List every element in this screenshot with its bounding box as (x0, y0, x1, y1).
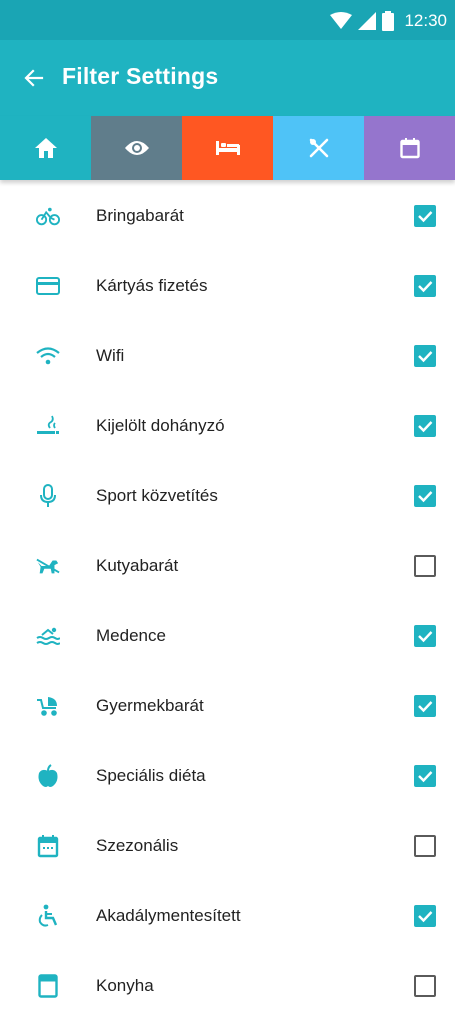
wifi-icon (36, 344, 60, 368)
cutlery-icon (309, 138, 328, 158)
filter-label: Kártyás fizetés (96, 276, 208, 295)
filter-checkbox[interactable] (414, 485, 436, 507)
filter-label: Konyha (96, 976, 154, 995)
filter-row-gyermekbarat[interactable]: Gyermekbarát (0, 671, 455, 741)
filter-label: Bringabarát (96, 206, 184, 225)
dog-icon (36, 554, 60, 578)
filter-row-kijelolt-dohanyzo[interactable]: Kijelölt dohányzó (0, 391, 455, 461)
filter-label: Kutyabarát (96, 556, 179, 575)
status-bar: 12:30 (0, 0, 455, 40)
filter-label: Kijelölt dohányzó (96, 416, 225, 435)
tab-sights[interactable] (91, 116, 182, 180)
home-icon (34, 138, 57, 158)
kitchen-icon (36, 974, 60, 998)
wifi-signal-icon (330, 12, 353, 29)
tab-accommodation[interactable] (182, 116, 273, 180)
filter-row-szezonalis[interactable]: Szezonális (0, 811, 455, 881)
credit-card-icon (36, 274, 60, 298)
filter-checkbox[interactable] (414, 415, 436, 437)
accessible-icon (36, 904, 60, 928)
filter-checkbox[interactable] (414, 905, 436, 927)
filter-row-specialis-dieta[interactable]: Speciális diéta (0, 741, 455, 811)
filter-row-konyha[interactable]: Konyha (0, 951, 455, 1021)
battery-icon (382, 11, 395, 31)
arrow-back-icon (24, 69, 44, 87)
filter-row-medence[interactable]: Medence (0, 601, 455, 671)
filter-row-kartyas-fizetes[interactable]: Kártyás fizetés (0, 251, 455, 321)
filter-row-wifi[interactable]: Wifi (0, 321, 455, 391)
eye-icon (124, 141, 149, 155)
filter-label: Medence (96, 626, 166, 645)
filter-label: Wifi (96, 346, 125, 365)
microphone-icon (36, 484, 60, 508)
pool-icon (36, 624, 60, 648)
page-title: Filter Settings (62, 63, 219, 89)
filter-checkbox[interactable] (414, 625, 436, 647)
filter-label: Gyermekbarát (96, 696, 204, 715)
filter-checkbox[interactable] (414, 205, 436, 227)
filter-checkbox[interactable] (414, 345, 436, 367)
status-time: 12:30 (404, 11, 447, 30)
bicycle-icon (36, 204, 60, 228)
smoking-icon (36, 414, 60, 438)
category-tabs (0, 116, 455, 180)
filter-checkbox[interactable] (414, 835, 436, 857)
filter-list: Bringabarát Kártyás fizetés Wifi Kijelöl… (0, 181, 455, 1021)
apple-icon (36, 764, 60, 788)
filter-label: Szezonális (96, 836, 179, 855)
filter-label: Akadálymentesített (96, 906, 241, 925)
filter-checkbox[interactable] (414, 555, 436, 577)
tab-events[interactable] (364, 116, 455, 180)
tab-restaurants[interactable] (273, 116, 364, 180)
back-button[interactable] (18, 62, 50, 94)
bed-icon (215, 141, 240, 155)
filter-checkbox[interactable] (414, 695, 436, 717)
stroller-icon (36, 694, 60, 718)
filter-row-kutyabarat[interactable]: Kutyabarát (0, 531, 455, 601)
filter-checkbox[interactable] (414, 975, 436, 997)
calendar-event-icon (36, 834, 60, 858)
tab-home[interactable] (0, 116, 91, 180)
cell-signal-icon (358, 12, 377, 30)
filter-checkbox[interactable] (414, 275, 436, 297)
filter-row-sport-kozvetites[interactable]: Sport közvetítés (0, 461, 455, 531)
filter-label: Speciális diéta (96, 766, 206, 785)
app-bar: Filter Settings (0, 40, 455, 116)
calendar-icon (399, 138, 420, 159)
filter-row-akadalymentesitett[interactable]: Akadálymentesített (0, 881, 455, 951)
filter-checkbox[interactable] (414, 765, 436, 787)
filter-row-bringabarat[interactable]: Bringabarát (0, 181, 455, 251)
filter-label: Sport közvetítés (96, 486, 218, 505)
